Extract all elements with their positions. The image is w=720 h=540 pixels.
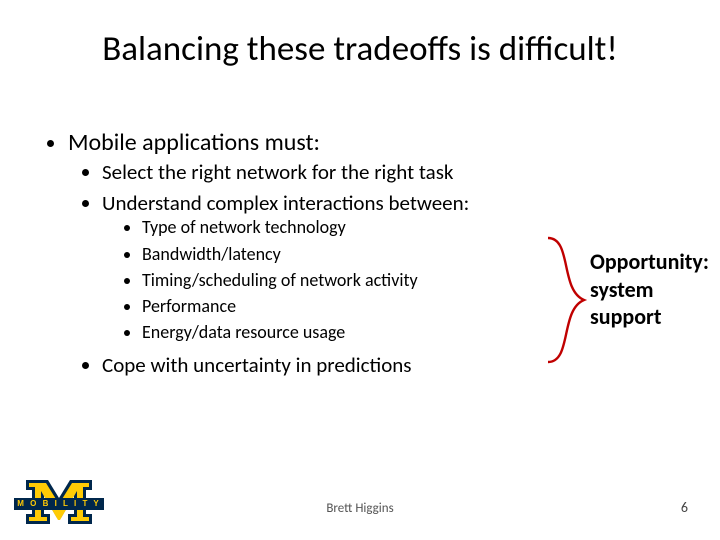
bullet-select-network: Select the right network for the right t… <box>102 159 680 186</box>
bullet-cope-uncertainty: Cope with uncertainty in predictions <box>102 352 680 379</box>
slide: Balancing these tradeoffs is difficult! … <box>0 0 720 540</box>
callout-line: support <box>590 303 709 331</box>
callout-opportunity: Opportunity: system support <box>590 248 709 331</box>
slide-content: Mobile applications must: Select the rig… <box>42 128 680 385</box>
slide-title: Balancing these tradeoffs is difficult! <box>0 28 720 70</box>
bullet-network-tech: Type of network technology <box>142 216 680 239</box>
footer-author: Brett Higgins <box>0 501 720 516</box>
bullet-mobile-apps: Mobile applications must: Select the rig… <box>68 128 680 379</box>
bullet-text: Understand complex interactions between: <box>102 190 469 216</box>
callout-line: system <box>590 276 709 304</box>
bullet-list-level1: Mobile applications must: Select the rig… <box>42 128 680 379</box>
bullet-list-level2: Select the right network for the right t… <box>68 159 680 379</box>
bullet-text: Mobile applications must: <box>68 128 320 157</box>
page-number: 6 <box>681 499 688 516</box>
callout-line: Opportunity: <box>590 248 709 276</box>
